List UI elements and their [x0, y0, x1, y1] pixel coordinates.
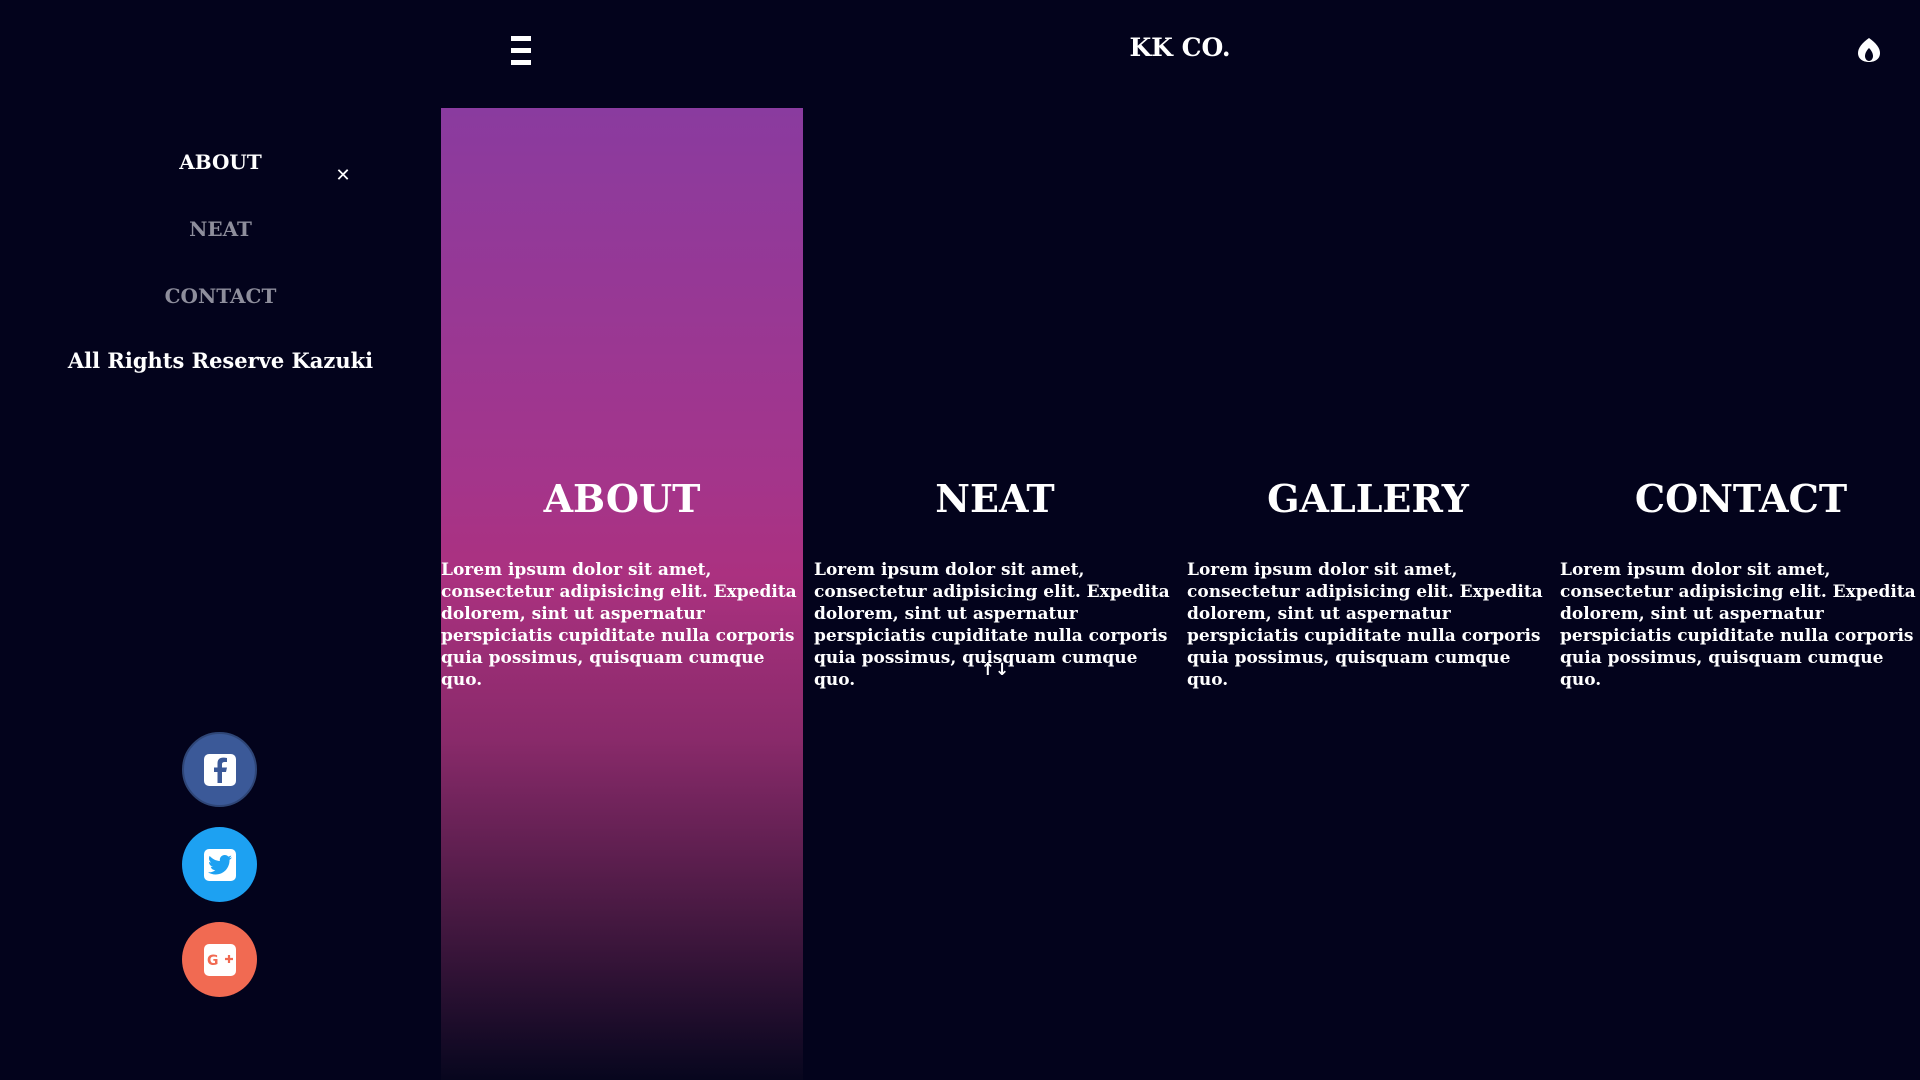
- column-neat[interactable]: NEAT Lorem ipsum dolor sit amet, consect…: [814, 108, 1176, 1080]
- column-title: ABOUT: [543, 476, 701, 521]
- column-text: Lorem ipsum dolor sit amet, consectetur …: [1187, 560, 1543, 690]
- column-contact[interactable]: CONTACT Lorem ipsum dolor sit amet, cons…: [1560, 108, 1920, 1080]
- sidebar-item-contact[interactable]: CONTACT: [0, 284, 441, 308]
- twitter-button[interactable]: [182, 827, 257, 902]
- column-title: GALLERY: [1267, 476, 1469, 521]
- copyright-text: All Rights Reserve Kazuki: [67, 348, 374, 373]
- column-text: Lorem ipsum dolor sit amet, consectetur …: [1560, 560, 1916, 690]
- sidebar-item-about[interactable]: ABOUT: [0, 150, 441, 174]
- google-plus-button[interactable]: G: [182, 922, 257, 997]
- sidebar-item-neat[interactable]: NEAT: [0, 217, 441, 241]
- twitter-icon: [203, 848, 236, 881]
- column-title: CONTACT: [1634, 476, 1848, 521]
- brand-title: KK CO.: [1129, 33, 1231, 62]
- google-plus-icon: G: [203, 943, 236, 976]
- close-icon[interactable]: ✕: [334, 165, 352, 187]
- flame-drop-icon[interactable]: [1856, 37, 1882, 63]
- sort-arrows-icon[interactable]: ↑↓: [978, 660, 1012, 682]
- column-gallery[interactable]: GALLERY Lorem ipsum dolor sit amet, cons…: [1187, 108, 1549, 1080]
- column-about[interactable]: ABOUT Lorem ipsum dolor sit amet, consec…: [441, 108, 803, 1080]
- facebook-icon: [203, 753, 236, 786]
- svg-text:G: G: [207, 953, 219, 969]
- hamburger-icon[interactable]: [511, 36, 531, 72]
- column-title: NEAT: [935, 476, 1055, 521]
- column-text: Lorem ipsum dolor sit amet, consectetur …: [441, 560, 797, 690]
- facebook-button[interactable]: [182, 732, 257, 807]
- page: KK CO. ABOUT NEAT CONTACT ✕ All Rights R…: [0, 0, 1920, 1080]
